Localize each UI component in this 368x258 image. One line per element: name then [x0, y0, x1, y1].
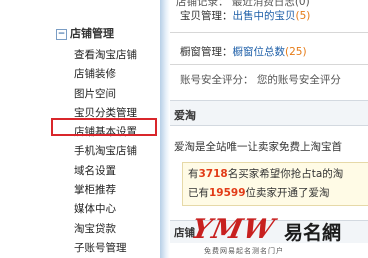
aitao-section-header: [170, 100, 368, 126]
showcase-total-link[interactable]: 橱窗位总数: [233, 46, 286, 58]
aitao-description: 爱淘是全站唯一让卖家免费上淘宝首: [174, 141, 342, 153]
watermark-latin: YMW: [188, 214, 278, 245]
sellers-count: 19599: [209, 187, 246, 199]
showcase-label: 橱窗管理：: [180, 46, 233, 58]
aitao-title: 爱淘: [174, 109, 196, 122]
promo-line-sellers: 已有19599位卖家开通了爱淘: [188, 185, 330, 200]
showcase-management-row: 橱窗管理：橱窗位总数(25): [180, 44, 307, 59]
sidebar-item-image-space[interactable]: 图片空间: [74, 85, 137, 104]
sidebar-item-domain-settings[interactable]: 域名设置: [74, 162, 137, 181]
sidebar: − 店铺管理 查看淘宝店铺 店铺装修 图片空间 宝贝分类管理 店铺基本设置 手机淘…: [48, 20, 158, 258]
sidebar-item-taobao-loan[interactable]: 淘宝贷款: [74, 220, 137, 239]
panel-divider: [160, 0, 170, 258]
watermark-cn: 易名網: [284, 222, 342, 244]
highlight-box: [51, 118, 157, 136]
separator: [170, 64, 368, 65]
sidebar-item-sub-account[interactable]: 子账号管理: [74, 239, 137, 258]
goods-count: (5): [295, 10, 311, 22]
sidebar-item-shopkeeper-recommend[interactable]: 掌柜推荐: [74, 181, 137, 200]
goods-label: 宝贝管理：: [180, 10, 233, 22]
goods-on-sale-link[interactable]: 出售中的宝贝: [233, 10, 296, 22]
sidebar-item-shop-decoration[interactable]: 店铺装修: [74, 65, 137, 84]
watermark-logo: YMW 易名網 免费网易起名测名门户: [188, 214, 368, 258]
goods-management-row: 宝贝管理：出售中的宝贝(5): [180, 8, 310, 23]
sidebar-item-mobile-shop[interactable]: 手机淘宝店铺: [74, 142, 137, 161]
buyers-count: 3718: [198, 168, 228, 180]
sidebar-item-view-shop[interactable]: 查看淘宝店铺: [74, 46, 137, 65]
promo-line-buyers: 有3718名买家希望你抢占ta的淘: [188, 166, 343, 181]
shop-management-header[interactable]: − 店铺管理: [56, 25, 114, 41]
collapse-icon[interactable]: −: [56, 29, 67, 40]
separator: [170, 32, 368, 33]
promo-text: 名买家希望你抢占ta的淘: [227, 168, 344, 180]
promo-text: 已有: [188, 187, 209, 199]
watermark-tagline: 免费网易起名测名门户: [204, 247, 284, 255]
sidebar-header-label: 店铺管理: [70, 27, 114, 40]
promo-text: 位卖家开通了爱淘: [245, 187, 330, 199]
sidebar-menu: 查看淘宝店铺 店铺装修 图片空间 宝贝分类管理 店铺基本设置 手机淘宝店铺 域名…: [74, 46, 137, 258]
showcase-count: (25): [285, 46, 307, 58]
sidebar-item-media-center[interactable]: 媒体中心: [74, 200, 137, 219]
security-score-row: 账号安全评分： 您的账号安全评分: [180, 74, 341, 86]
promo-text: 有: [188, 168, 199, 180]
